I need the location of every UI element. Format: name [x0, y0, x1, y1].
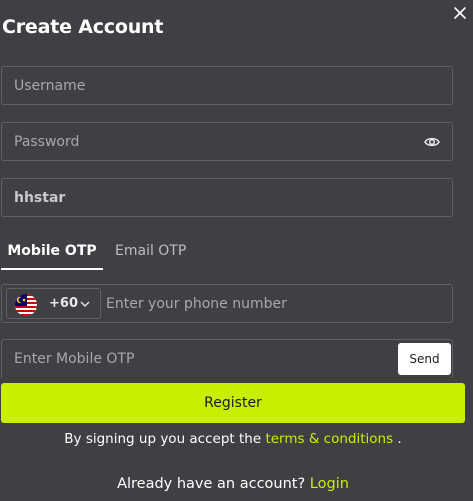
register-button[interactable]: Register [1, 383, 465, 423]
tab-email-otp[interactable]: Email OTP [115, 236, 186, 270]
chevron-down-icon [80, 301, 90, 307]
login-link[interactable]: Login [310, 476, 349, 492]
otp-input[interactable] [14, 340, 384, 378]
referral-input[interactable] [14, 179, 414, 216]
username-field [1, 66, 453, 105]
dialog-title: Create Account [2, 16, 164, 38]
otp-tabs: Mobile OTP Email OTP [1, 236, 461, 270]
close-icon[interactable] [453, 6, 467, 20]
tab-mobile-otp[interactable]: Mobile OTP [1, 236, 103, 270]
terms-prefix: By signing up you accept the [64, 431, 262, 447]
eye-icon[interactable] [424, 135, 440, 149]
terms-suffix: . [397, 431, 402, 447]
otp-field: Send [1, 339, 453, 378]
username-input[interactable] [14, 67, 414, 104]
terms-text: By signing up you accept the terms & con… [0, 431, 466, 447]
phone-field: +60 [1, 284, 453, 323]
dial-code: +60 [49, 296, 78, 311]
password-input[interactable] [14, 123, 414, 160]
signin-text: Already have an account? Login [0, 476, 466, 492]
send-otp-button[interactable]: Send [398, 343, 451, 375]
malaysia-flag-icon [15, 294, 37, 316]
referral-field [1, 178, 453, 217]
signin-prefix: Already have an account? [117, 476, 306, 492]
country-code-select[interactable]: +60 [6, 288, 101, 319]
phone-input[interactable] [106, 285, 436, 322]
terms-link[interactable]: terms & conditions [265, 431, 393, 447]
password-field [1, 122, 453, 161]
